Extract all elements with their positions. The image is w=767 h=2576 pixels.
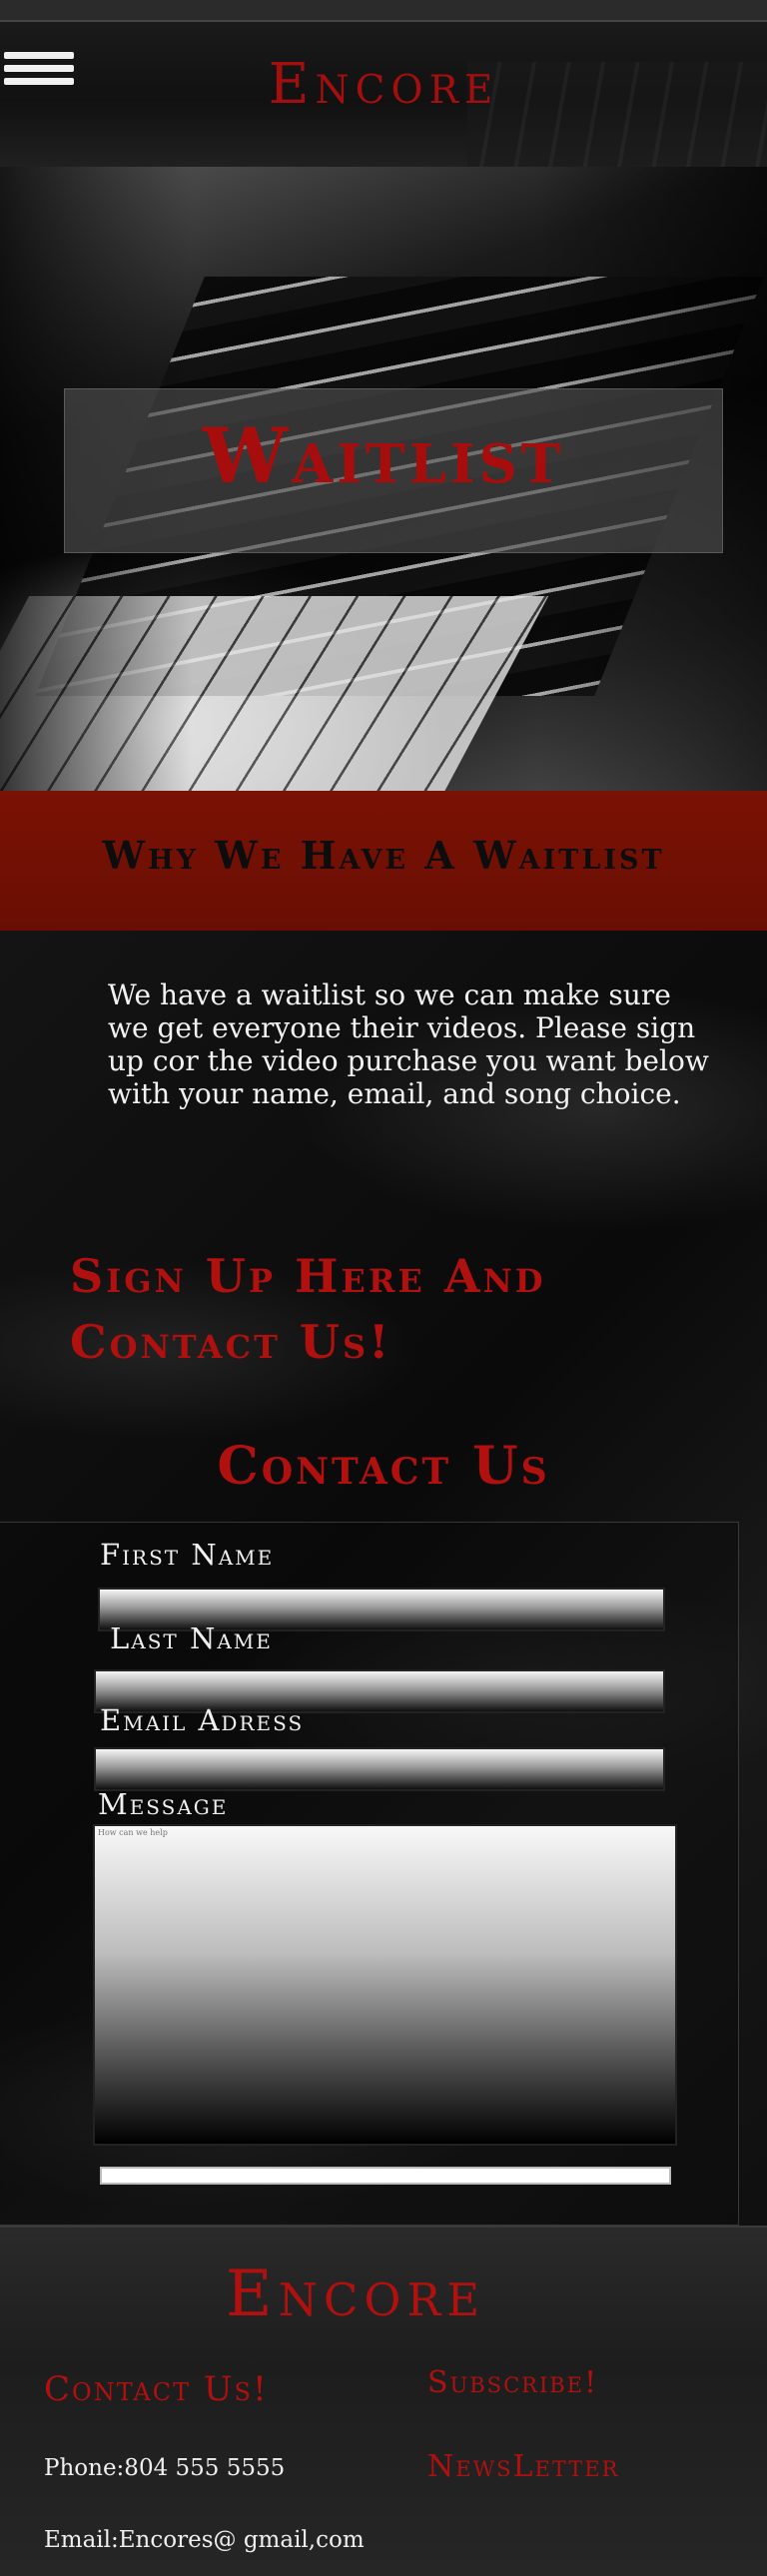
first-name-label: First Name: [100, 1538, 275, 1572]
email-label: Email Adress: [100, 1703, 305, 1737]
site-logo[interactable]: Encore: [0, 52, 767, 117]
submit-button[interactable]: [100, 2167, 671, 2185]
hero-banner: Waitlist: [0, 167, 767, 791]
why-waitlist-band: Why We Have A Waitlist: [0, 791, 767, 931]
footer-newsletter-link[interactable]: NewsLetter: [427, 2449, 619, 2484]
last-name-label: Last Name: [110, 1621, 273, 1655]
footer-logo[interactable]: Encore: [0, 2257, 711, 2331]
top-strip: [0, 0, 767, 22]
site-footer: Encore Contact Us! Subscribe! Phone:804 …: [0, 2226, 767, 2576]
hero-title: Waitlist: [202, 411, 565, 500]
footer-subscribe-link[interactable]: Subscribe!: [427, 2365, 598, 2400]
site-header: Encore: [0, 22, 767, 167]
waitlist-description: We have a waitlist so we can make sure w…: [108, 978, 709, 1110]
contact-heading: Contact Us: [217, 1436, 550, 1497]
message-label: Message: [98, 1787, 229, 1821]
email-field[interactable]: [94, 1747, 665, 1791]
signup-heading: Sign Up Here And Contact Us!: [70, 1249, 546, 1369]
footer-phone: Phone:804 555 5555: [44, 2455, 286, 2481]
why-waitlist-heading: Why We Have A Waitlist: [102, 833, 665, 878]
message-field[interactable]: [93, 1824, 677, 2146]
footer-contact-link[interactable]: Contact Us!: [44, 2369, 269, 2409]
footer-email: Email:Encores@ gmail,com: [44, 2527, 365, 2553]
